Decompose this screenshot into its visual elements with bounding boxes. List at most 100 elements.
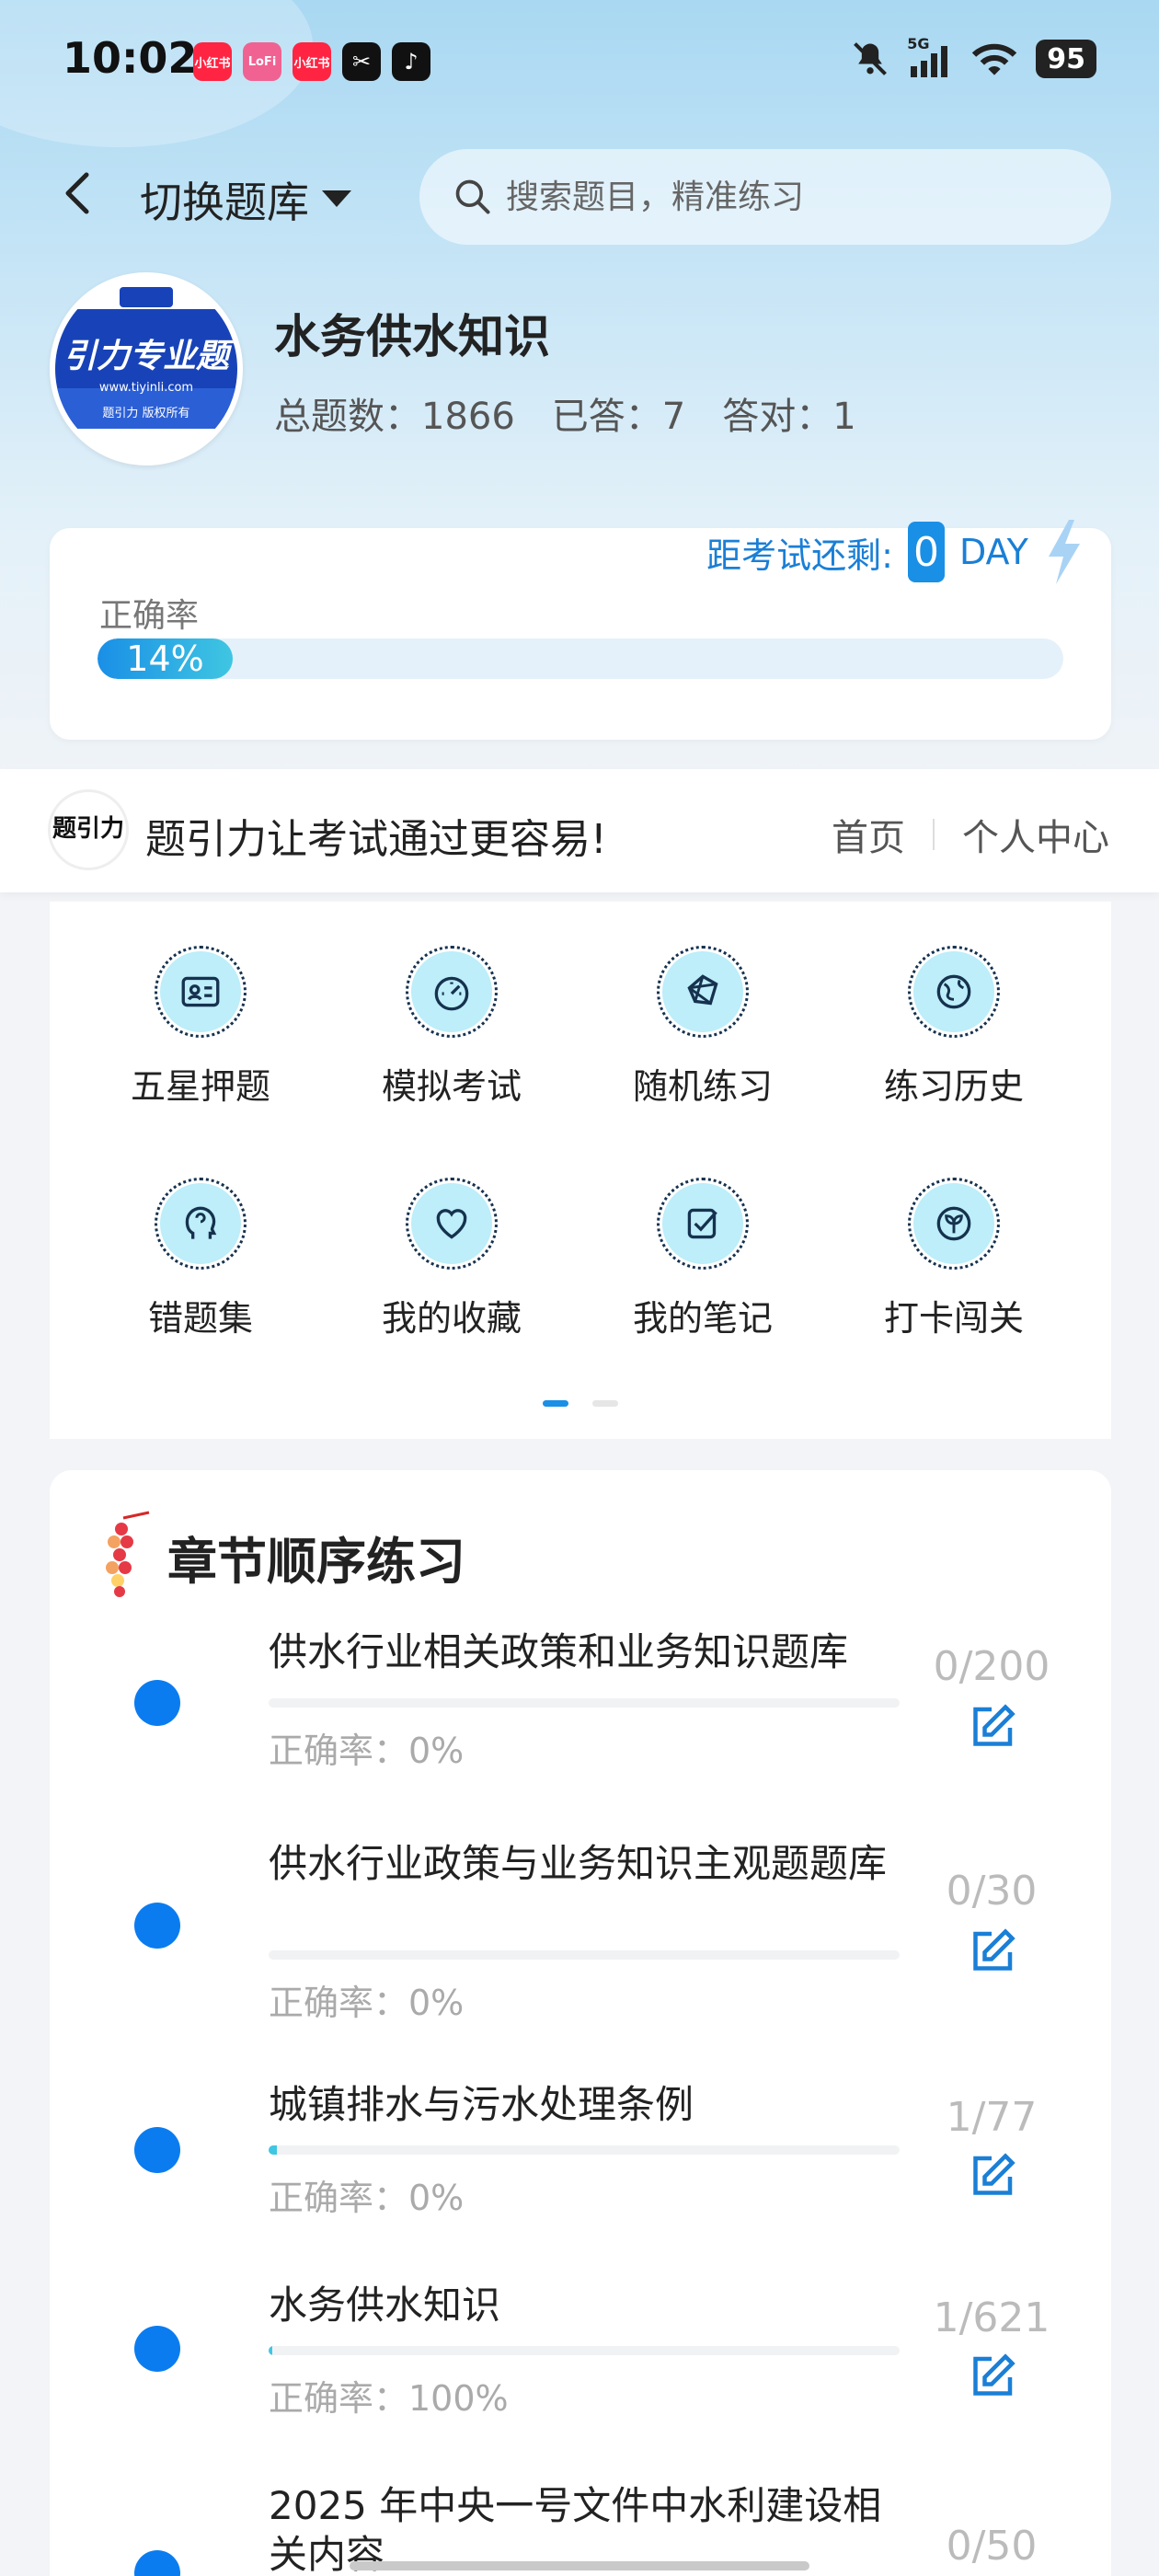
accuracy-progress-bar: 14% xyxy=(98,638,1063,679)
brand-logo: 题引力 xyxy=(48,789,129,870)
feature-label: 五星押题 xyxy=(130,1066,270,1107)
feature-label: 随机练习 xyxy=(632,1066,773,1107)
feature-label: 打卡闯关 xyxy=(883,1298,1024,1339)
answered-count: 已答：7 xyxy=(551,396,686,438)
feature-mock-exam[interactable]: 模拟考试 xyxy=(341,946,562,1109)
nav-home-link[interactable]: 首页 xyxy=(832,808,905,861)
feature-wrong-questions[interactable]: 错题集 xyxy=(90,1178,311,1340)
chapter-bullet xyxy=(134,1903,180,1949)
brand-nav: 首页 个人中心 xyxy=(832,808,1109,861)
chapter-name: 供水行业相关政策和业务知识题库 xyxy=(269,1629,849,1674)
lofter-icon: LoFi xyxy=(243,42,281,81)
bank-logo: 引力专业题 www.tiyinli.com 题引力 版权所有 xyxy=(50,272,243,466)
brain-icon xyxy=(185,1206,217,1239)
id-card-icon xyxy=(181,976,220,1007)
status-time: 10:02 xyxy=(63,33,198,83)
chapter-count: 0/30 xyxy=(946,1868,1038,1915)
chapter-count: 1/621 xyxy=(933,2294,1050,2341)
xiaohongshu-icon: 小红书 xyxy=(293,42,331,81)
brand-slogan: 题引力让考试通过更容易! xyxy=(145,816,607,863)
status-bar: 10:02 小红书 LoFi 小红书 ✂ ♪ 5G 95 xyxy=(0,0,1159,120)
feature-label: 我的收藏 xyxy=(381,1298,522,1339)
lightning-icon xyxy=(1048,520,1080,584)
feature-checkin[interactable]: 打卡闯关 xyxy=(843,1178,1064,1340)
chapter-progress-bar xyxy=(269,2145,900,2155)
bank-stats: 总题数：1866 已答：7 答对：1 xyxy=(274,386,856,440)
nav-profile-link[interactable]: 个人中心 xyxy=(962,808,1109,861)
edit-icon[interactable] xyxy=(964,1925,1019,1980)
xiaohongshu-icon: 小红书 xyxy=(193,42,232,81)
feature-label: 错题集 xyxy=(147,1298,253,1339)
chapter-bullet xyxy=(134,1680,180,1726)
chapter-practice-card: 章节顺序练习 供水行业相关政策和业务知识题库 正确率：0% 0/200 供水行业… xyxy=(50,1470,1111,2576)
chapter-name: 水务供水知识 xyxy=(269,2283,501,2328)
countdown-unit: DAY xyxy=(958,532,1028,572)
countdown-label: 距考试还剩: xyxy=(706,535,893,576)
wifi-icon xyxy=(972,43,1017,75)
feature-notes[interactable]: 我的笔记 xyxy=(592,1178,813,1340)
pager-dot[interactable] xyxy=(592,1400,618,1407)
feature-label: 模拟考试 xyxy=(381,1066,522,1107)
chapter-accuracy: 正确率：100% xyxy=(269,2378,509,2419)
search-icon xyxy=(455,179,490,214)
total-count: 总题数：1866 xyxy=(274,396,515,438)
chapter-count: 1/77 xyxy=(946,2094,1038,2141)
feature-favorites[interactable]: 我的收藏 xyxy=(341,1178,562,1340)
feature-history[interactable]: 练习历史 xyxy=(843,946,1064,1109)
notification-icons: 小红书 LoFi 小红书 ✂ ♪ xyxy=(193,42,430,81)
chapter-header: 章节顺序练习 xyxy=(101,1511,465,1603)
logo-url: www.tiyinli.com xyxy=(98,381,194,395)
accuracy-label: 正确率 xyxy=(99,597,200,635)
switch-bank-dropdown[interactable]: 切换题库 xyxy=(140,169,351,230)
brand-bar: 题引力 题引力让考试通过更容易! 首页 个人中心 xyxy=(0,769,1159,892)
search-input[interactable] xyxy=(506,178,1058,216)
chapter-accuracy: 正确率：0% xyxy=(269,1731,465,1771)
firecracker-icon xyxy=(106,1511,150,1597)
chapter-title: 章节顺序练习 xyxy=(167,1532,465,1591)
chapter-count: 0/200 xyxy=(933,1643,1050,1690)
battery-indicator: 95 xyxy=(1036,40,1096,78)
feature-random-practice[interactable]: 随机练习 xyxy=(592,946,813,1109)
correct-count: 答对：1 xyxy=(722,396,856,438)
random-icon xyxy=(687,974,718,1006)
search-bar[interactable] xyxy=(419,149,1111,245)
chapter-progress-bar xyxy=(269,1698,900,1708)
chapter-name: 城镇排水与污水处理条例 xyxy=(269,2082,694,2127)
heart-icon xyxy=(436,1209,467,1239)
chapter-accuracy: 正确率：0% xyxy=(269,2178,465,2218)
chapter-progress-bar xyxy=(269,2346,900,2355)
accuracy-card: 距考试还剩: 0 DAY 正确率 14% xyxy=(50,520,1111,740)
leaf-icon xyxy=(936,1206,971,1241)
edit-icon[interactable] xyxy=(964,2350,1019,2405)
home-indicator[interactable] xyxy=(350,2561,809,2570)
switch-bank-label: 切换题库 xyxy=(140,178,309,227)
nav-divider xyxy=(933,819,935,850)
mute-bell-icon xyxy=(854,42,888,75)
chapter-name: 供水行业政策与业务知识主观题题库 xyxy=(269,1841,888,1886)
feature-label: 我的笔记 xyxy=(632,1298,773,1339)
pager-dot-active[interactable] xyxy=(543,1400,568,1407)
status-indicators: 5G 95 xyxy=(850,35,1096,79)
tiktok-icon: ♪ xyxy=(392,42,430,81)
chapter-bullet xyxy=(134,2127,180,2173)
caret-down-icon xyxy=(322,190,351,207)
speedometer-icon xyxy=(434,976,469,1011)
countdown-days: 0 xyxy=(907,522,945,582)
capcut-icon: ✂ xyxy=(342,42,381,81)
chapter-count: 0/50 xyxy=(946,2523,1038,2570)
edit-icon[interactable] xyxy=(964,2149,1019,2204)
bank-title: 水务供水知识 xyxy=(274,310,550,363)
chapter-accuracy: 正确率：0% xyxy=(269,1983,465,2023)
back-button[interactable] xyxy=(52,166,107,221)
chapter-bullet xyxy=(134,2550,180,2576)
logo-copyright: 题引力 版权所有 xyxy=(102,407,190,420)
feature-grid: 五星押题 模拟考试 随机练习 练习历史 错题集 我的收藏 我的笔记 打卡闯关 xyxy=(50,902,1111,1439)
logo-text: 引力专业题 xyxy=(63,338,229,375)
grid-pager xyxy=(543,1400,618,1407)
edit-icon[interactable] xyxy=(964,1700,1019,1755)
accuracy-progress-fill: 14% xyxy=(98,638,233,679)
chapter-progress-bar xyxy=(269,1950,900,1960)
exam-countdown: 距考试还剩: 0 DAY xyxy=(664,512,1111,592)
feature-five-star[interactable]: 五星押题 xyxy=(90,946,311,1109)
feature-label: 练习历史 xyxy=(883,1066,1024,1107)
